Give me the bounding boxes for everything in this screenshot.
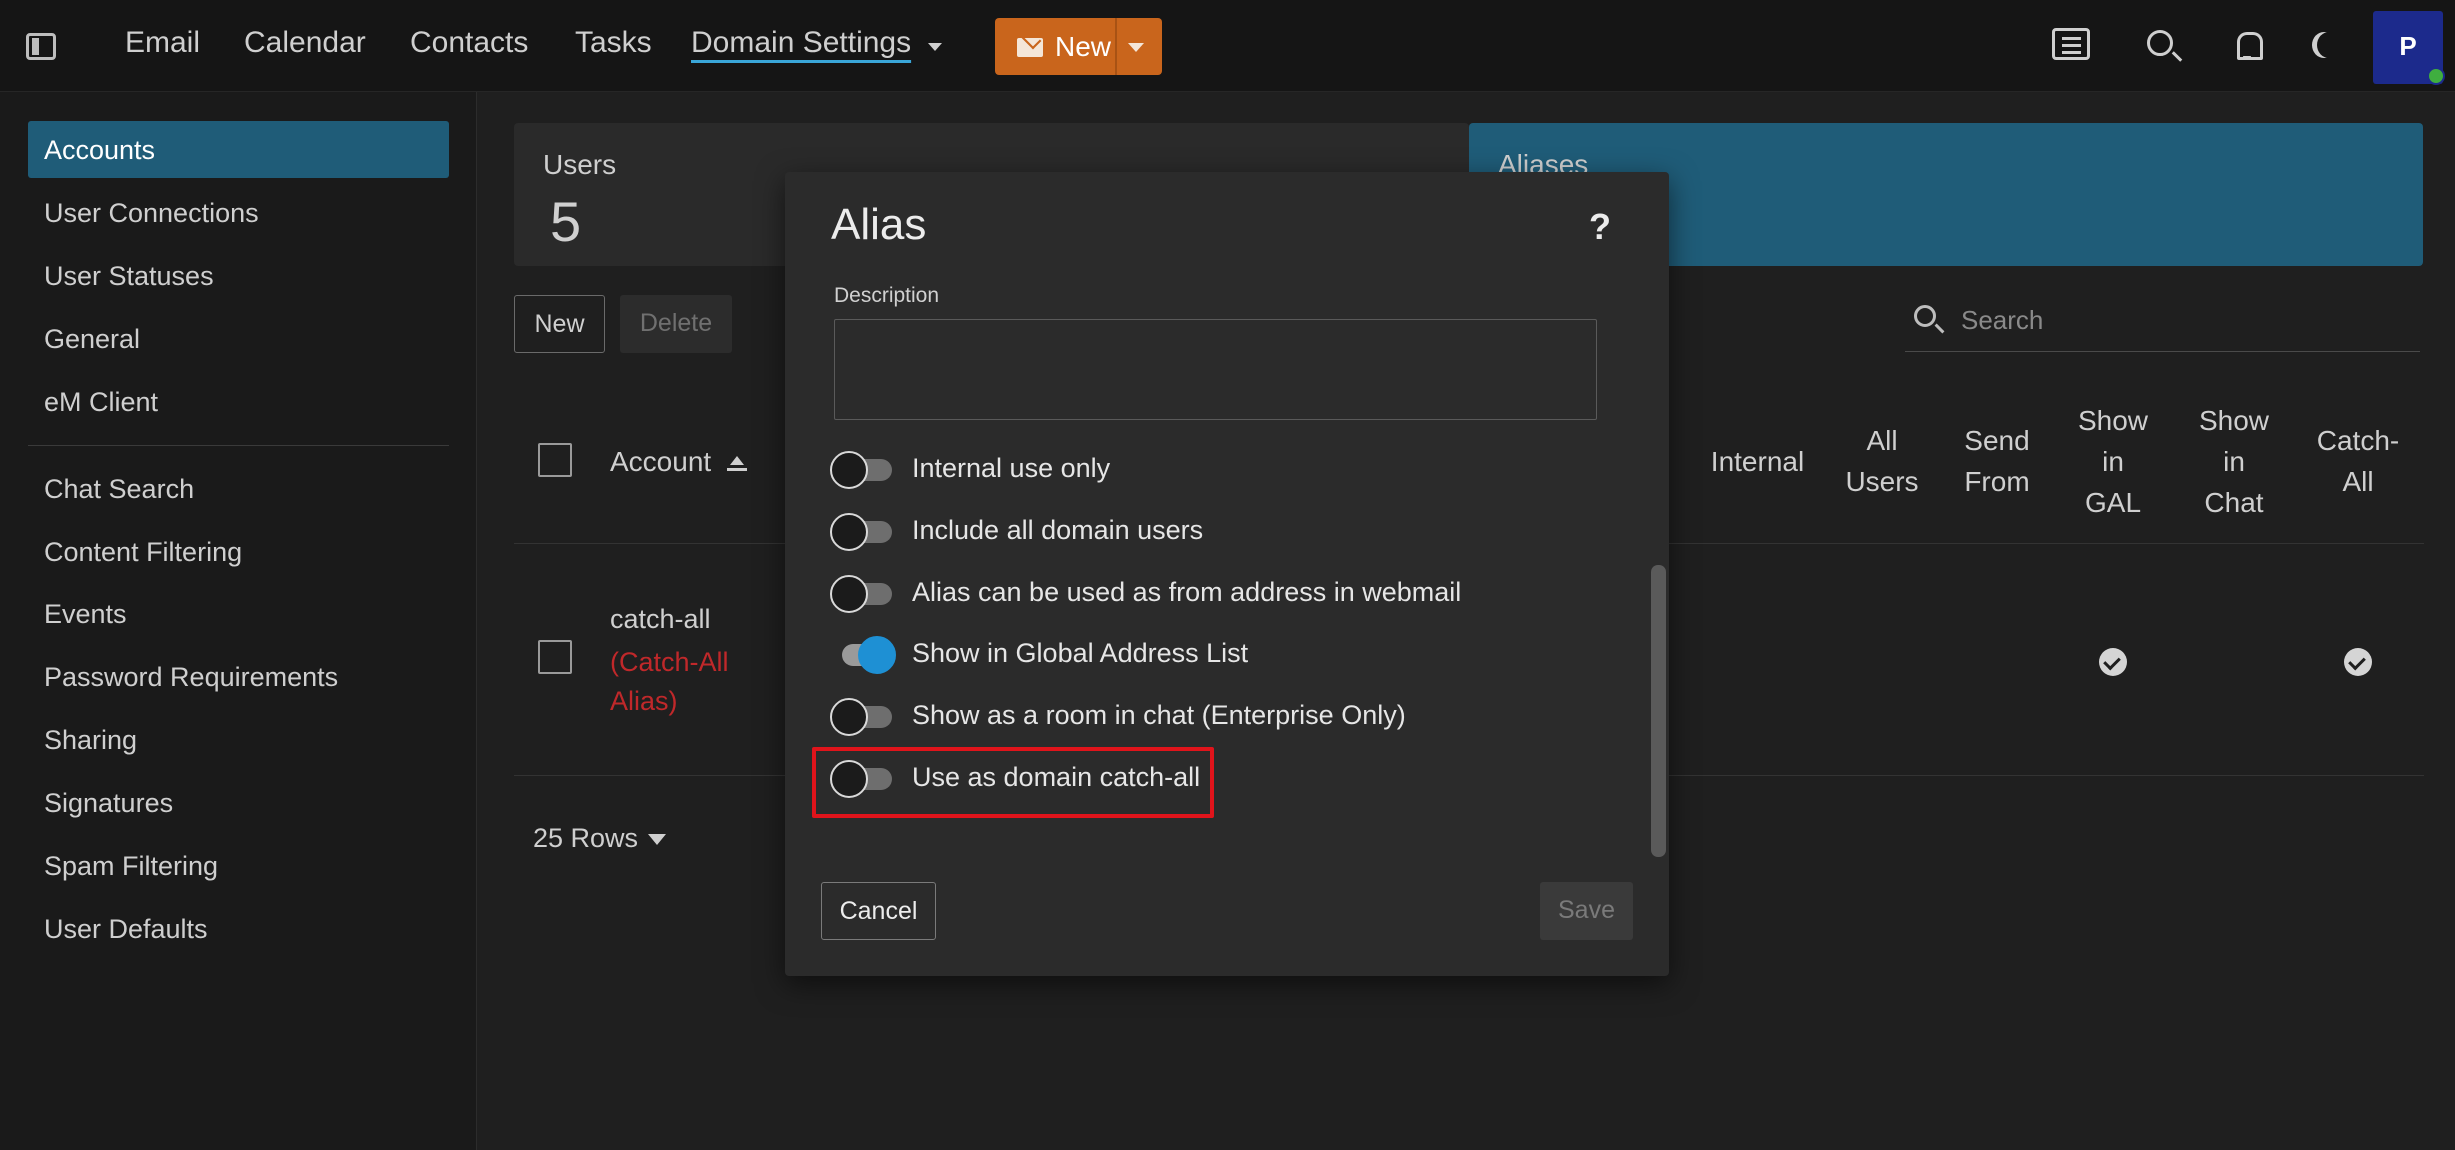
description-field[interactable] <box>834 319 1597 420</box>
new-item-button[interactable]: New <box>995 18 1162 75</box>
sidebar-item-signatures[interactable]: Signatures <box>28 774 449 831</box>
avatar[interactable]: P <box>2373 11 2445 85</box>
column-catch-all[interactable]: Catch- All <box>2310 420 2406 502</box>
delete-button[interactable]: Delete <box>620 295 732 353</box>
avatar-initial: P <box>2399 31 2417 61</box>
users-stat-label: Users <box>543 149 617 180</box>
show-in-gal-check-icon <box>2099 648 2127 676</box>
bell-icon[interactable] <box>2233 30 2263 60</box>
include-all-users-label: Include all domain users <box>912 515 1204 545</box>
online-status-dot <box>2427 67 2445 85</box>
sidebar-item-content-filtering[interactable]: Content Filtering <box>28 523 449 580</box>
sidebar-item-general[interactable]: General <box>28 310 449 367</box>
from-address-toggle[interactable] <box>830 575 896 613</box>
alias-dialog: Alias ? Description Internal use only In… <box>785 172 1669 976</box>
column-show-in-chat[interactable]: Show in Chat <box>2188 400 2280 523</box>
search-icon[interactable] <box>2147 30 2173 56</box>
dialog-title: Alias <box>831 200 927 249</box>
sidebar: Accounts User Connections User Statuses … <box>0 92 477 1150</box>
nav-calendar[interactable]: Calendar <box>244 26 366 60</box>
dialog-scrollbar-thumb[interactable] <box>1651 565 1666 857</box>
show-in-gal-label: Show in Global Address List <box>912 638 1249 668</box>
sidebar-item-password-requirements[interactable]: Password Requirements <box>28 648 449 705</box>
search-field[interactable] <box>1905 290 2420 352</box>
from-address-label: Alias can be used as from address in web… <box>912 577 1462 607</box>
split-divider <box>1115 18 1117 75</box>
include-all-users-toggle[interactable] <box>830 513 896 551</box>
chat-room-toggle[interactable] <box>830 698 896 736</box>
sidebar-item-sharing[interactable]: Sharing <box>28 711 449 768</box>
description-label: Description <box>834 284 940 307</box>
sidebar-item-user-connections[interactable]: User Connections <box>28 184 449 241</box>
new-dropdown-icon[interactable] <box>1128 43 1144 52</box>
chevron-down-icon[interactable] <box>648 834 666 845</box>
sort-ascending-icon[interactable] <box>727 456 747 472</box>
sidebar-item-chat-search[interactable]: Chat Search <box>28 460 449 517</box>
new-item-label: New <box>1055 31 1112 62</box>
sidebar-item-user-statuses[interactable]: User Statuses <box>28 247 449 304</box>
search-input[interactable] <box>1961 302 2401 338</box>
column-account[interactable]: Account <box>610 441 711 482</box>
column-all-users[interactable]: All Users <box>1840 420 1924 502</box>
column-send-from[interactable]: Send From <box>1953 420 2041 502</box>
sidebar-divider <box>28 445 449 446</box>
sidebar-item-accounts[interactable]: Accounts <box>28 121 449 178</box>
internal-use-label: Internal use only <box>912 453 1111 483</box>
sidebar-item-user-defaults[interactable]: User Defaults <box>28 900 449 957</box>
nav-email[interactable]: Email <box>125 26 200 60</box>
chat-room-label: Show as a room in chat (Enterprise Only) <box>912 700 1406 730</box>
sidebar-item-em-client[interactable]: eM Client <box>28 373 449 430</box>
moon-icon[interactable] <box>2317 32 2341 58</box>
sidebar-toggle-icon[interactable] <box>26 33 56 60</box>
column-show-in-gal[interactable]: Show in GAL <box>2068 400 2158 523</box>
search-icon <box>1914 305 1936 327</box>
new-alias-button[interactable]: New <box>514 295 605 353</box>
internal-use-toggle[interactable] <box>830 451 896 489</box>
row-checkbox[interactable] <box>538 640 572 674</box>
top-bar: Email Calendar Contacts Tasks Domain Set… <box>0 0 2455 92</box>
cancel-button[interactable]: Cancel <box>821 882 936 940</box>
catch-all-check-icon <box>2344 648 2372 676</box>
column-internal[interactable]: Internal <box>1700 441 1815 482</box>
rows-per-page-select[interactable]: 25 Rows <box>533 823 638 854</box>
nav-contacts[interactable]: Contacts <box>410 26 528 60</box>
chat-icon[interactable] <box>2052 28 2090 60</box>
sidebar-item-spam-filtering[interactable]: Spam Filtering <box>28 837 449 894</box>
select-all-checkbox[interactable] <box>538 443 572 477</box>
row-catch-all-tag: (Catch-All Alias) <box>610 647 729 716</box>
mail-icon <box>1017 38 1043 57</box>
help-icon[interactable]: ? <box>1589 206 1611 248</box>
nav-domain-settings[interactable]: Domain Settings <box>691 26 911 60</box>
row-account-name[interactable]: catch-all <box>610 604 711 635</box>
chevron-down-icon[interactable] <box>928 43 942 51</box>
show-in-gal-toggle[interactable] <box>830 636 896 674</box>
catch-all-highlight-box <box>812 747 1214 818</box>
users-stat-value: 5 <box>550 190 582 253</box>
sidebar-item-events[interactable]: Events <box>28 585 449 642</box>
save-button[interactable]: Save <box>1540 882 1633 940</box>
nav-tasks[interactable]: Tasks <box>575 26 652 60</box>
